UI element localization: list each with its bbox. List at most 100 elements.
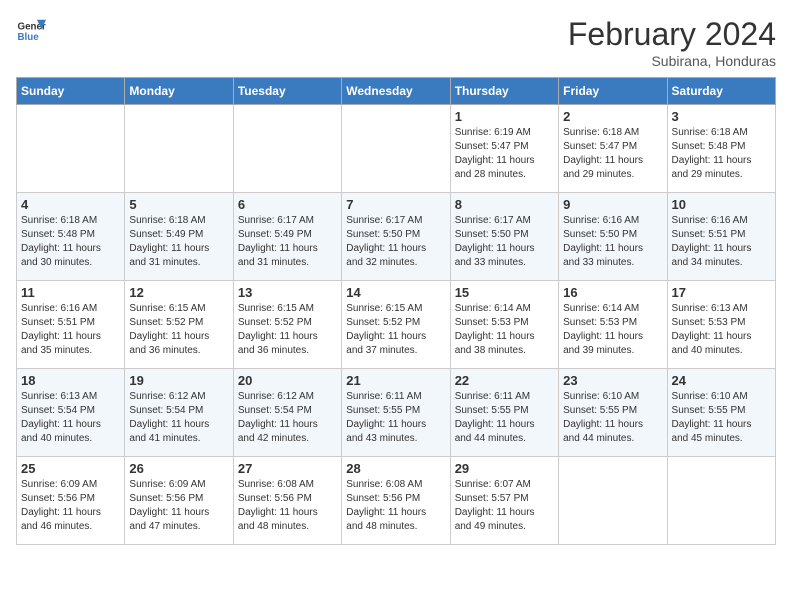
day-info: Sunrise: 6:11 AM Sunset: 5:55 PM Dayligh… bbox=[455, 390, 554, 446]
calendar-cell: 25 Sunrise: 6:09 AM Sunset: 5:56 PM Dayli… bbox=[17, 457, 125, 545]
calendar-cell: 19 Sunrise: 6:12 AM Sunset: 5:54 PM Dayli… bbox=[125, 369, 233, 457]
day-info: Sunrise: 6:08 AM Sunset: 5:56 PM Dayligh… bbox=[238, 478, 337, 534]
week-row-1: 1 Sunrise: 6:19 AM Sunset: 5:47 PM Daylig… bbox=[17, 105, 776, 193]
calendar-table: SundayMondayTuesdayWednesdayThursdayFrid… bbox=[16, 77, 776, 545]
day-info: Sunrise: 6:10 AM Sunset: 5:55 PM Dayligh… bbox=[672, 390, 771, 446]
calendar-cell: 26 Sunrise: 6:09 AM Sunset: 5:56 PM Dayli… bbox=[125, 457, 233, 545]
calendar-cell: 24 Sunrise: 6:10 AM Sunset: 5:55 PM Dayli… bbox=[667, 369, 775, 457]
day-header-sunday: Sunday bbox=[17, 78, 125, 105]
calendar-cell: 16 Sunrise: 6:14 AM Sunset: 5:53 PM Dayli… bbox=[559, 281, 667, 369]
calendar-cell: 28 Sunrise: 6:08 AM Sunset: 5:56 PM Dayli… bbox=[342, 457, 450, 545]
day-number: 6 bbox=[238, 197, 337, 212]
day-info: Sunrise: 6:16 AM Sunset: 5:51 PM Dayligh… bbox=[21, 302, 120, 358]
calendar-cell bbox=[233, 105, 341, 193]
day-number: 5 bbox=[129, 197, 228, 212]
day-number: 12 bbox=[129, 285, 228, 300]
day-header-tuesday: Tuesday bbox=[233, 78, 341, 105]
day-info: Sunrise: 6:07 AM Sunset: 5:57 PM Dayligh… bbox=[455, 478, 554, 534]
day-number: 17 bbox=[672, 285, 771, 300]
logo-icon: General Blue bbox=[16, 16, 46, 46]
day-info: Sunrise: 6:17 AM Sunset: 5:49 PM Dayligh… bbox=[238, 214, 337, 270]
calendar-cell bbox=[17, 105, 125, 193]
day-number: 15 bbox=[455, 285, 554, 300]
calendar-header-row: SundayMondayTuesdayWednesdayThursdayFrid… bbox=[17, 78, 776, 105]
calendar-cell: 6 Sunrise: 6:17 AM Sunset: 5:49 PM Daylig… bbox=[233, 193, 341, 281]
page-header: General Blue February 2024 Subirana, Hon… bbox=[16, 16, 776, 69]
day-number: 28 bbox=[346, 461, 445, 476]
day-info: Sunrise: 6:09 AM Sunset: 5:56 PM Dayligh… bbox=[21, 478, 120, 534]
day-number: 10 bbox=[672, 197, 771, 212]
day-number: 8 bbox=[455, 197, 554, 212]
day-number: 7 bbox=[346, 197, 445, 212]
calendar-cell: 14 Sunrise: 6:15 AM Sunset: 5:52 PM Dayli… bbox=[342, 281, 450, 369]
day-number: 4 bbox=[21, 197, 120, 212]
day-number: 13 bbox=[238, 285, 337, 300]
day-number: 26 bbox=[129, 461, 228, 476]
day-number: 2 bbox=[563, 109, 662, 124]
day-info: Sunrise: 6:14 AM Sunset: 5:53 PM Dayligh… bbox=[455, 302, 554, 358]
day-number: 25 bbox=[21, 461, 120, 476]
calendar-cell: 9Sunrise: 6:16 AM Sunset: 5:50 PM Daylig… bbox=[559, 193, 667, 281]
day-info: Sunrise: 6:09 AM Sunset: 5:56 PM Dayligh… bbox=[129, 478, 228, 534]
day-info: Sunrise: 6:18 AM Sunset: 5:48 PM Dayligh… bbox=[672, 126, 771, 182]
day-header-thursday: Thursday bbox=[450, 78, 558, 105]
calendar-cell bbox=[667, 457, 775, 545]
calendar-cell: 3 Sunrise: 6:18 AM Sunset: 5:48 PM Daylig… bbox=[667, 105, 775, 193]
day-info: Sunrise: 6:13 AM Sunset: 5:53 PM Dayligh… bbox=[672, 302, 771, 358]
day-info: Sunrise: 6:15 AM Sunset: 5:52 PM Dayligh… bbox=[238, 302, 337, 358]
calendar-cell: 29 Sunrise: 6:07 AM Sunset: 5:57 PM Dayli… bbox=[450, 457, 558, 545]
day-number: 1 bbox=[455, 109, 554, 124]
calendar-cell: 22 Sunrise: 6:11 AM Sunset: 5:55 PM Dayli… bbox=[450, 369, 558, 457]
day-number: 18 bbox=[21, 373, 120, 388]
day-header-monday: Monday bbox=[125, 78, 233, 105]
day-info: Sunrise: 6:15 AM Sunset: 5:52 PM Dayligh… bbox=[346, 302, 445, 358]
day-info: Sunrise: 6:19 AM Sunset: 5:47 PM Dayligh… bbox=[455, 126, 554, 182]
day-number: 20 bbox=[238, 373, 337, 388]
day-number: 29 bbox=[455, 461, 554, 476]
day-info: Sunrise: 6:15 AM Sunset: 5:52 PM Dayligh… bbox=[129, 302, 228, 358]
day-number: 23 bbox=[563, 373, 662, 388]
calendar-cell: 2 Sunrise: 6:18 AM Sunset: 5:47 PM Daylig… bbox=[559, 105, 667, 193]
day-info: Sunrise: 6:08 AM Sunset: 5:56 PM Dayligh… bbox=[346, 478, 445, 534]
day-header-saturday: Saturday bbox=[667, 78, 775, 105]
week-row-5: 25 Sunrise: 6:09 AM Sunset: 5:56 PM Dayli… bbox=[17, 457, 776, 545]
day-number: 24 bbox=[672, 373, 771, 388]
day-info: Sunrise: 6:17 AM Sunset: 5:50 PM Dayligh… bbox=[346, 214, 445, 270]
day-info: Sunrise: 6:16 AM Sunset: 5:51 PM Dayligh… bbox=[672, 214, 771, 270]
calendar-cell: 4 Sunrise: 6:18 AM Sunset: 5:48 PM Daylig… bbox=[17, 193, 125, 281]
day-number: 9 bbox=[563, 197, 662, 212]
day-info: Sunrise: 6:18 AM Sunset: 5:49 PM Dayligh… bbox=[129, 214, 228, 270]
day-number: 14 bbox=[346, 285, 445, 300]
day-info: Sunrise: 6:11 AM Sunset: 5:55 PM Dayligh… bbox=[346, 390, 445, 446]
calendar-cell: 7 Sunrise: 6:17 AM Sunset: 5:50 PM Daylig… bbox=[342, 193, 450, 281]
calendar-cell: 11 Sunrise: 6:16 AM Sunset: 5:51 PM Dayli… bbox=[17, 281, 125, 369]
week-row-3: 11 Sunrise: 6:16 AM Sunset: 5:51 PM Dayli… bbox=[17, 281, 776, 369]
logo: General Blue bbox=[16, 16, 46, 46]
day-number: 16 bbox=[563, 285, 662, 300]
day-info: Sunrise: 6:18 AM Sunset: 5:47 PM Dayligh… bbox=[563, 126, 662, 182]
day-info: Sunrise: 6:17 AM Sunset: 5:50 PM Dayligh… bbox=[455, 214, 554, 270]
svg-text:Blue: Blue bbox=[18, 32, 40, 43]
calendar-cell: 27 Sunrise: 6:08 AM Sunset: 5:56 PM Dayli… bbox=[233, 457, 341, 545]
day-number: 27 bbox=[238, 461, 337, 476]
calendar-cell: 10 Sunrise: 6:16 AM Sunset: 5:51 PM Dayli… bbox=[667, 193, 775, 281]
title-block: February 2024 Subirana, Honduras bbox=[568, 16, 776, 69]
day-header-friday: Friday bbox=[559, 78, 667, 105]
calendar-cell bbox=[342, 105, 450, 193]
calendar-cell: 21 Sunrise: 6:11 AM Sunset: 5:55 PM Dayli… bbox=[342, 369, 450, 457]
day-info: Sunrise: 6:14 AM Sunset: 5:53 PM Dayligh… bbox=[563, 302, 662, 358]
day-number: 19 bbox=[129, 373, 228, 388]
calendar-cell: 12 Sunrise: 6:15 AM Sunset: 5:52 PM Dayli… bbox=[125, 281, 233, 369]
day-number: 11 bbox=[21, 285, 120, 300]
day-number: 21 bbox=[346, 373, 445, 388]
calendar-cell bbox=[559, 457, 667, 545]
day-info: Sunrise: 6:12 AM Sunset: 5:54 PM Dayligh… bbox=[129, 390, 228, 446]
calendar-cell: 18 Sunrise: 6:13 AM Sunset: 5:54 PM Dayli… bbox=[17, 369, 125, 457]
calendar-cell: 5 Sunrise: 6:18 AM Sunset: 5:49 PM Daylig… bbox=[125, 193, 233, 281]
day-number: 3 bbox=[672, 109, 771, 124]
day-info: Sunrise: 6:18 AM Sunset: 5:48 PM Dayligh… bbox=[21, 214, 120, 270]
calendar-cell: 1 Sunrise: 6:19 AM Sunset: 5:47 PM Daylig… bbox=[450, 105, 558, 193]
day-info: Sunrise: 6:13 AM Sunset: 5:54 PM Dayligh… bbox=[21, 390, 120, 446]
day-number: 22 bbox=[455, 373, 554, 388]
week-row-4: 18 Sunrise: 6:13 AM Sunset: 5:54 PM Dayli… bbox=[17, 369, 776, 457]
